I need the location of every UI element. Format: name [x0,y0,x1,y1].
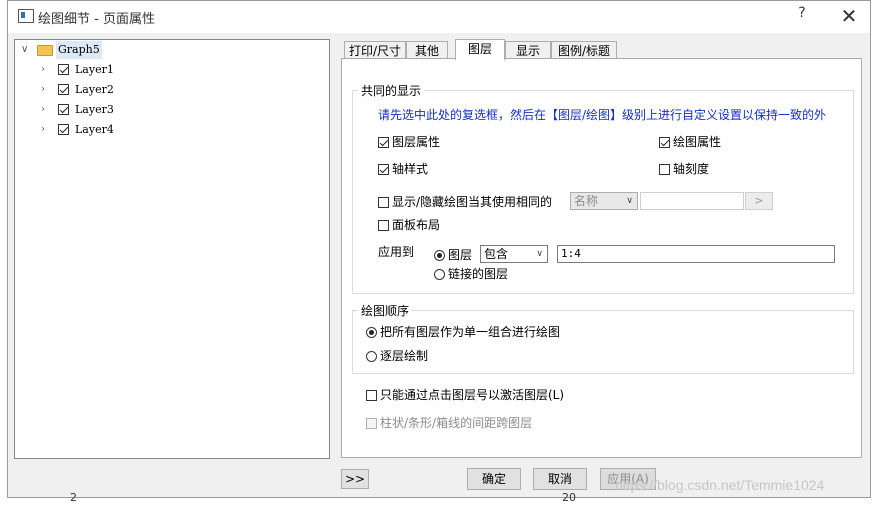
include-combo-value: 包含 [484,247,509,261]
layers-tab-panel: 共同的显示 请先选中此处的复选框，然后在【图层/绘图】级别上进行自定义设置以保持… [341,58,862,458]
activate-by-click-label: 只能通过点击图层号以激活图层(L) [380,388,565,402]
common-display-legend: 共同的显示 [358,82,425,99]
axis-style-checkbox[interactable] [378,164,389,175]
expand-icon[interactable]: › [41,81,45,99]
expand-dialog-button[interactable]: >> [341,469,369,489]
apply-to-label: 应用到 [378,245,415,259]
cancel-button[interactable]: 取消 [533,468,587,490]
expand-icon[interactable]: › [41,101,45,119]
ok-button[interactable]: 确定 [467,468,521,490]
chevron-down-icon: ∨ [626,196,633,206]
layer-by-layer-option[interactable]: 逐层绘制 [366,347,428,364]
axis-style-label: 轴样式 [392,162,429,176]
collapse-icon[interactable]: ∨ [21,41,28,59]
expand-icon[interactable]: › [41,121,45,139]
linked-layers-radio[interactable] [434,269,445,280]
layer1-checkbox[interactable] [58,64,69,75]
bar-spacing-label: 柱状/条形/箱线的间距跨图层 [380,416,533,430]
layers-radio-label: 图层 [448,248,473,262]
include-combo[interactable]: 包含 ∨ [480,245,548,263]
plot-properties-option[interactable]: 绘图属性 [659,133,721,150]
single-group-label: 把所有图层作为单一组合进行绘图 [380,325,561,339]
layer-tree[interactable]: ∨ Graph5 › Layer1 › Layer2 › Layer3 › La… [14,39,330,459]
close-button[interactable]: ✕ [834,3,864,29]
apply-to-layers-option[interactable]: 图层 [434,246,472,263]
activate-by-click-checkbox[interactable] [366,390,377,401]
single-group-radio[interactable] [366,327,377,338]
window-icon [18,9,34,23]
show-hide-option[interactable]: 显示/隐藏绘图当其使用相同的 [378,193,552,210]
tree-item-label: Layer1 [75,63,114,76]
show-hide-checkbox[interactable] [378,197,389,208]
linked-layers-option[interactable]: 链接的图层 [434,265,508,282]
title-bar: 绘图细节 - 页面属性 ? ✕ [8,1,870,33]
watermark-text: https://blog.csdn.net/Temmie1024 [615,477,825,493]
panel-layout-label: 面板布局 [392,218,441,232]
panel-layout-option[interactable]: 面板布局 [378,216,440,233]
single-group-option[interactable]: 把所有图层作为单一组合进行绘图 [366,323,560,340]
plot-properties-label: 绘图属性 [673,135,722,149]
name-value-field [640,192,744,210]
tab-print-size[interactable]: 打印/尺寸 [344,41,406,59]
layer-properties-label: 图层属性 [392,135,441,149]
axis-scale-checkbox[interactable] [659,164,670,175]
layer4-checkbox[interactable] [58,124,69,135]
tab-legend-title[interactable]: 图例/标题 [551,41,617,59]
axis-style-option[interactable]: 轴样式 [378,160,428,177]
tree-item-label: Layer3 [75,103,114,116]
layer-by-layer-label: 逐层绘制 [380,349,429,363]
activate-by-click-option[interactable]: 只能通过点击图层号以激活图层(L) [366,386,564,403]
axis-scale-label: 轴刻度 [673,162,710,176]
tab-display[interactable]: 显示 [505,41,551,59]
layer-properties-checkbox[interactable] [378,137,389,148]
panel-layout-checkbox[interactable] [378,220,389,231]
help-button[interactable]: ? [790,5,814,27]
open-folder-icon [37,45,53,56]
axis-scale-option[interactable]: 轴刻度 [659,160,709,177]
show-hide-label: 显示/隐藏绘图当其使用相同的 [392,195,553,209]
name-combo-value: 名称 [574,194,599,208]
plot-order-group [352,310,854,374]
expand-icon[interactable]: › [41,61,45,79]
bar-spacing-option: 柱状/条形/箱线的间距跨图层 [366,414,532,431]
chevron-down-icon: ∨ [536,249,543,259]
tree-item-label: Layer2 [75,83,114,96]
tree-item-label: Layer4 [75,123,114,136]
browse-button[interactable]: > [745,192,773,210]
layers-radio[interactable] [434,250,445,261]
tab-layers[interactable]: 图层 [455,39,505,60]
layer3-checkbox[interactable] [58,104,69,115]
linked-layers-label: 链接的图层 [448,267,509,281]
bar-spacing-checkbox [366,418,377,429]
name-combo[interactable]: 名称 ∨ [570,192,638,210]
plot-order-legend: 绘图顺序 [358,302,413,319]
layer-by-layer-radio[interactable] [366,351,377,362]
layer-range-input[interactable]: 1:4 [557,245,835,263]
layer2-checkbox[interactable] [58,84,69,95]
background-label-left: 2 [70,491,77,504]
layer-properties-option[interactable]: 图层属性 [378,133,440,150]
tree-root-label: Graph5 [56,41,102,59]
plot-details-dialog: 绘图细节 - 页面属性 ? ✕ ∨ Graph5 › Layer1 › Laye… [7,0,871,498]
window-title: 绘图细节 - 页面属性 [38,12,155,27]
plot-properties-checkbox[interactable] [659,137,670,148]
background-label-right: 20 [562,491,576,504]
common-display-instruction: 请先选中此处的复选框，然后在【图层/绘图】级别上进行自定义设置以保持一致的外 [378,108,827,122]
tab-other[interactable]: 其他 [406,41,448,59]
